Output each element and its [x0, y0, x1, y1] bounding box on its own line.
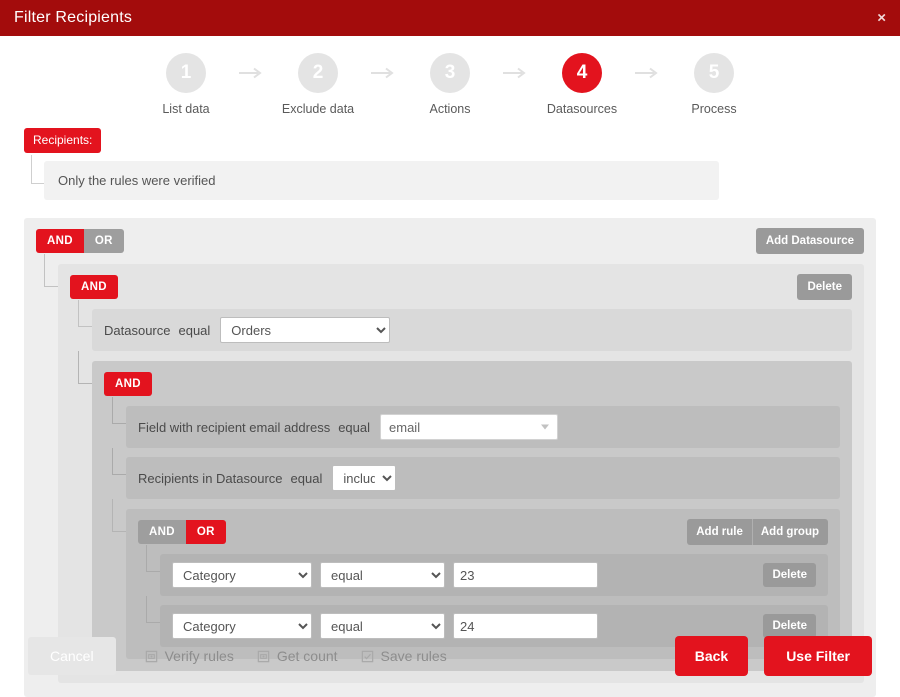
window-title: Filter Recipients	[14, 9, 132, 27]
step-arrow-3-icon	[499, 67, 533, 79]
email-field-label-wrap: Field with recipient email address equal	[138, 420, 370, 435]
verify-rules-action[interactable]: Verify rules	[144, 648, 234, 664]
condition-field-select[interactable]: Category	[172, 562, 312, 588]
recipients-section: Recipients: Only the rules were verified	[0, 116, 900, 200]
verify-rules-icon	[144, 649, 159, 664]
recipients-connector	[31, 155, 44, 184]
conditions-toggle-and[interactable]: AND	[138, 520, 186, 544]
step-5-label: Process	[691, 102, 736, 116]
window-titlebar: Filter Recipients ×	[0, 0, 900, 36]
condition-rule-row: Category equal Delete	[160, 554, 828, 596]
email-field-operator: equal	[338, 420, 370, 435]
add-rule-button[interactable]: Add rule	[687, 519, 752, 545]
step-5-bubble: 5	[694, 53, 734, 93]
step-5-process[interactable]: 5 Process	[665, 53, 763, 116]
use-filter-button[interactable]: Use Filter	[764, 636, 872, 676]
datasource-condition-toggle[interactable]: AND	[70, 275, 118, 299]
save-rules-icon	[360, 649, 375, 664]
step-arrow-2-icon	[367, 67, 401, 79]
step-4-bubble: 4	[562, 53, 602, 93]
back-button[interactable]: Back	[675, 636, 748, 676]
conditions-toggle-or[interactable]: OR	[186, 520, 226, 544]
datasource-toggle-and[interactable]: AND	[70, 275, 118, 299]
email-field-value: email	[389, 420, 420, 435]
step-arrow-4-icon	[631, 67, 665, 79]
step-1-bubble: 1	[166, 53, 206, 93]
step-arrow-1-icon	[235, 67, 269, 79]
recipients-badge: Recipients:	[24, 128, 101, 153]
datasource-select[interactable]: Orders	[220, 317, 390, 343]
recipients-in-datasource-label: Recipients in Datasource	[138, 471, 283, 486]
email-field-rule-row: Field with recipient email addressequal …	[126, 406, 840, 448]
condition-operator-select[interactable]: equal	[320, 562, 445, 588]
step-indicator: 1 List data 2 Exclude data 3 Actions 4 D…	[0, 36, 900, 116]
email-field-combobox[interactable]: email	[380, 414, 558, 440]
conditions-condition-toggle[interactable]: AND OR	[138, 520, 226, 544]
root-toggle-and[interactable]: AND	[36, 229, 84, 253]
conditions-action-buttons: Add rule Add group	[687, 519, 828, 545]
root-group-header: AND OR Add Datasource	[36, 228, 864, 254]
recipients-in-datasource-label-wrap: Recipients in Datasource equal	[138, 471, 322, 486]
datasource-group-header: AND Delete	[70, 274, 852, 300]
close-icon[interactable]: ×	[877, 11, 886, 26]
conditions-group-header: AND OR Add rule Add group	[138, 519, 828, 545]
step-4-datasources[interactable]: 4 Datasources	[533, 53, 631, 116]
get-count-action[interactable]: Get count	[256, 648, 338, 664]
recipients-in-datasource-rule-row: Recipients in Datasource equal include	[126, 457, 840, 499]
dialog-footer: Cancel Verify rules Get count Save r	[0, 619, 900, 693]
fields-group-header: AND	[104, 371, 840, 397]
footer-primary-actions: Back Use Filter	[675, 636, 872, 676]
get-count-label: Get count	[277, 648, 338, 664]
step-3-bubble: 3	[430, 53, 470, 93]
datasource-rule-row: Datasource equal Orders	[92, 309, 852, 351]
step-1-label: List data	[162, 102, 209, 116]
chevron-down-icon	[541, 425, 549, 430]
add-group-button[interactable]: Add group	[752, 519, 828, 545]
email-field-label: Field with recipient email address	[138, 420, 330, 435]
footer-link-actions: Verify rules Get count Save rules	[144, 648, 447, 664]
datasource-rule-label-wrap: Datasource equal	[104, 323, 210, 338]
root-condition-toggle[interactable]: AND OR	[36, 229, 124, 253]
root-toggle-or[interactable]: OR	[84, 229, 124, 253]
datasource-rule-operator: equal	[178, 323, 210, 338]
cancel-button[interactable]: Cancel	[28, 637, 116, 675]
step-3-actions[interactable]: 3 Actions	[401, 53, 499, 116]
step-1-list-data[interactable]: 1 List data	[137, 53, 235, 116]
condition-value-input[interactable]	[453, 562, 598, 588]
datasource-rule-label: Datasource	[104, 323, 170, 338]
recipients-in-datasource-select[interactable]: include	[332, 465, 396, 491]
save-rules-label: Save rules	[381, 648, 447, 664]
recipients-message: Only the rules were verified	[44, 161, 719, 200]
fields-toggle-and[interactable]: AND	[104, 372, 152, 396]
save-rules-action[interactable]: Save rules	[360, 648, 447, 664]
step-4-label: Datasources	[547, 102, 617, 116]
step-2-label: Exclude data	[282, 102, 354, 116]
fields-condition-toggle[interactable]: AND	[104, 372, 152, 396]
get-count-icon	[256, 649, 271, 664]
delete-condition-rule-button[interactable]: Delete	[763, 563, 816, 587]
verify-rules-label: Verify rules	[165, 648, 234, 664]
add-datasource-button[interactable]: Add Datasource	[756, 228, 864, 254]
recipients-in-datasource-operator: equal	[291, 471, 323, 486]
step-2-bubble: 2	[298, 53, 338, 93]
step-2-exclude-data[interactable]: 2 Exclude data	[269, 53, 367, 116]
delete-datasource-group-button[interactable]: Delete	[797, 274, 852, 300]
step-3-label: Actions	[430, 102, 471, 116]
